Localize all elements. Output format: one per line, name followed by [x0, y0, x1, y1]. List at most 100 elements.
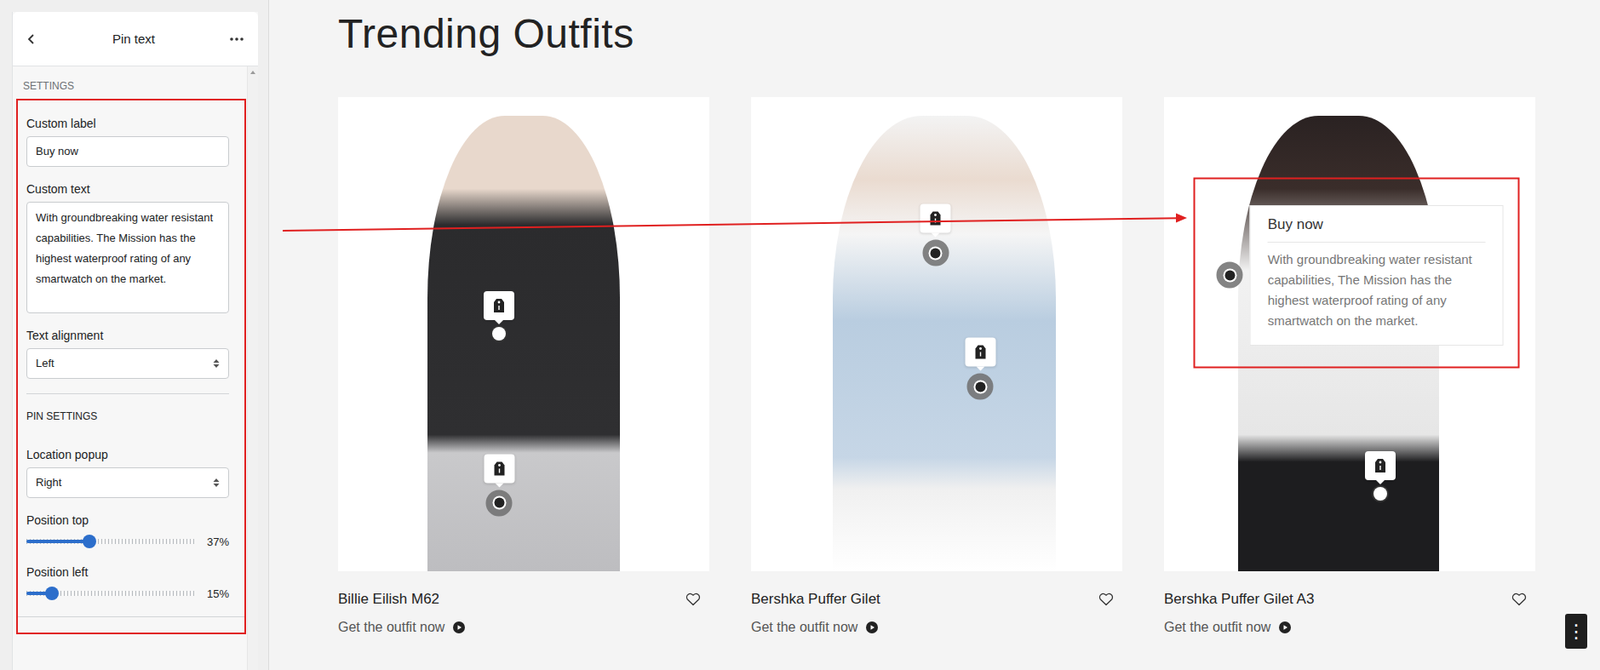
setting-field: Custom text With groundbreaking water res…: [26, 181, 230, 314]
pin-dot-center: [1224, 269, 1235, 281]
photo-figure: [832, 115, 1056, 572]
select-box[interactable]: Right: [26, 467, 230, 499]
pin-dot-center: [1378, 492, 1383, 496]
outfit-photo[interactable]: Buy now With groundbreaking water resista…: [1164, 97, 1536, 572]
sidebar-column: Pin textSETTINGSCustom labelBuy nowCusto…: [0, 0, 270, 670]
hotspot-pin[interactable]: [967, 373, 994, 401]
outfit-photo[interactable]: [338, 97, 710, 572]
pin-dot[interactable]: [967, 373, 994, 401]
pin-dot-center: [930, 247, 941, 259]
slider-row: 37%: [26, 533, 230, 551]
slider-track[interactable]: [26, 586, 197, 601]
hotspot-pin[interactable]: [486, 489, 513, 517]
price-tag-button[interactable]: [483, 453, 515, 483]
select-value: Right: [35, 475, 62, 491]
field-label: Custom text: [26, 181, 230, 197]
setting-field: Custom label Buy now: [26, 115, 230, 167]
field-label: Location popup: [26, 447, 230, 463]
play-circle-icon: [865, 621, 878, 634]
slider-fill: [26, 539, 90, 544]
slider-reading: 37%: [203, 535, 230, 549]
heart-icon[interactable]: [1511, 592, 1527, 607]
field-label: Text alignment: [26, 327, 230, 344]
pin-dot-center: [493, 498, 505, 509]
popup-label: Buy now: [1267, 214, 1486, 243]
back-icon[interactable]: [24, 32, 39, 46]
pin-setting-field: Location popup Right: [26, 447, 230, 499]
slider-row: 15%: [26, 584, 230, 603]
outfit-grid: Billie Eilish M62Get the outfit nowBersh…: [338, 97, 1566, 638]
pin-dot[interactable]: [922, 240, 949, 267]
price-tag-button[interactable]: [964, 338, 996, 368]
play-circle-icon: [453, 621, 465, 634]
play-circle-icon: [1278, 621, 1291, 634]
outfit-card: Bershka Puffer Gilet Get the outfit now: [751, 97, 1123, 638]
product-name[interactable]: Bershka Puffer Gilet: [751, 590, 881, 608]
price-tag-button[interactable]: [920, 204, 952, 234]
tag-icon: [493, 460, 505, 476]
settings-group: Custom label Buy now Custom text With groun…: [16, 98, 247, 635]
price-tag-button[interactable]: [483, 291, 515, 321]
hotspot-pin[interactable]: [922, 240, 949, 267]
divider: [17, 616, 245, 618]
sidebar-content: SETTINGS Custom label Buy now Custom text Wi…: [12, 66, 247, 670]
sidebar-title: Pin text: [112, 31, 155, 46]
section-heading: PIN SETTINGS: [26, 410, 230, 433]
more-icon[interactable]: [229, 36, 245, 42]
field-label: Position top: [26, 512, 230, 528]
more-actions-button[interactable]: ⋮: [1565, 613, 1588, 649]
price-tag-button[interactable]: [1364, 451, 1396, 481]
product-name[interactable]: Bershka Puffer Gilet A3: [1164, 590, 1314, 608]
pin-dot-center: [974, 381, 986, 392]
select-box[interactable]: Left: [26, 348, 230, 379]
setting-field: Text alignment Left: [26, 327, 230, 379]
tag-icon: [1374, 458, 1387, 474]
select-value: Left: [35, 355, 55, 372]
hotspot-pin[interactable]: Buy nowWith groundbreaking water resista…: [1216, 262, 1244, 289]
heart-icon[interactable]: [1098, 592, 1114, 607]
scroll-up-icon[interactable]: [249, 69, 257, 75]
tag-icon: [929, 211, 942, 227]
pin-setting-field: Position top 37%: [26, 512, 230, 551]
card-caption: Billie Eilish M62: [338, 589, 710, 610]
heart-icon[interactable]: [685, 592, 701, 607]
scrollbar[interactable]: [246, 66, 259, 670]
field-label: Custom label: [26, 115, 230, 132]
outfit-link[interactable]: Get the outfit now: [751, 617, 1123, 638]
tag-icon: [493, 298, 505, 314]
pin-dot[interactable]: [492, 326, 506, 341]
hotspot-pin[interactable]: [1373, 487, 1388, 501]
outfit-link-text: Get the outfit now: [338, 619, 445, 636]
photo-figure: [427, 115, 621, 572]
section-heading: SETTINGS: [12, 66, 247, 99]
pin-dot[interactable]: [486, 489, 513, 517]
divider: [26, 393, 230, 395]
theme-editor: Pin textSETTINGSCustom labelBuy nowCusto…: [0, 0, 1600, 670]
select-arrows-icon: [212, 358, 220, 369]
text-area[interactable]: With groundbreaking water resistant capa…: [26, 201, 230, 314]
outfit-link-text: Get the outfit now: [751, 619, 858, 636]
preview-area: Trending OutfitsBillie Eilish M62Get the…: [269, 0, 1600, 670]
outfit-photo[interactable]: [751, 97, 1123, 572]
tag-icon: [974, 344, 987, 361]
outfit-card: Billie Eilish M62 Get the outfit now: [338, 97, 710, 638]
sidebar-panel: Pin textSETTINGSCustom labelBuy nowCusto…: [11, 11, 259, 670]
outfit-link[interactable]: Get the outfit now: [338, 617, 710, 638]
product-name[interactable]: Billie Eilish M62: [338, 590, 440, 608]
slider-thumb[interactable]: [82, 534, 97, 549]
card-caption: Bershka Puffer Gilet A3: [1164, 589, 1536, 610]
text-input[interactable]: Buy now: [26, 136, 230, 167]
outfit-link[interactable]: Get the outfit now: [1164, 617, 1536, 638]
pin-setting-field: Position left15%: [26, 564, 230, 603]
outfit-card: Buy now With groundbreaking water resista…: [1164, 97, 1536, 638]
pin-popup: Buy now With groundbreaking water resista…: [1250, 205, 1504, 346]
sidebar-body: SETTINGS Custom label Buy now Custom text Wi…: [12, 66, 259, 670]
outfit-link-text: Get the outfit now: [1164, 619, 1271, 636]
slider-thumb[interactable]: [45, 586, 59, 601]
pin-dot[interactable]: [1373, 487, 1388, 501]
slider-track[interactable]: [26, 534, 197, 549]
popup-text: With groundbreaking water resistant capa…: [1267, 249, 1486, 332]
pin-dot[interactable]: [1216, 262, 1244, 289]
hotspot-pin[interactable]: [492, 326, 506, 341]
select-arrows-icon: [212, 477, 220, 488]
